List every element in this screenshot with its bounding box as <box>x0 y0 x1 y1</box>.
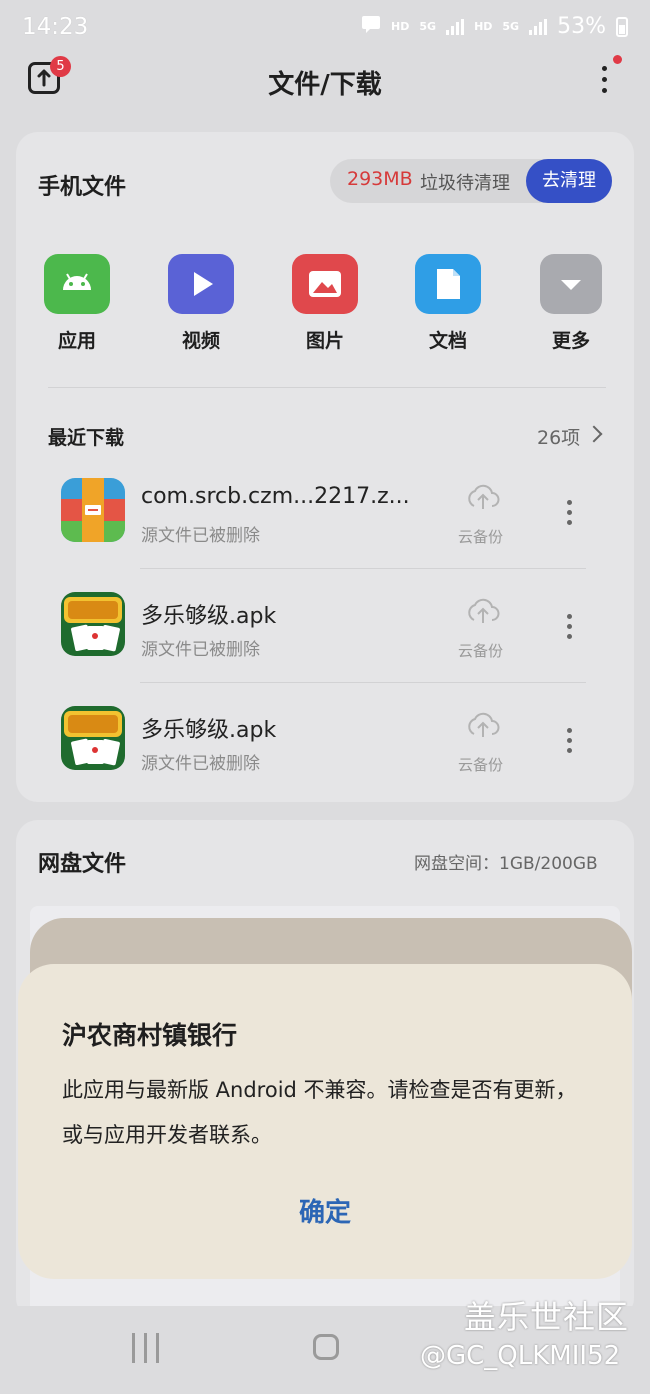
more-options-icon[interactable] <box>600 62 610 98</box>
status-icons: HD 5G HD 5G 53% <box>361 14 628 39</box>
bank-app-icon <box>61 478 125 542</box>
status-bar: 14:23 HD 5G HD 5G 53% <box>0 0 650 56</box>
cloud-backup-label[interactable]: 云备份 <box>458 640 503 661</box>
row-more-icon[interactable] <box>567 500 572 526</box>
recent-count[interactable]: 26项 <box>537 423 580 450</box>
image-icon[interactable] <box>292 254 358 314</box>
recents-icon[interactable] <box>132 1333 160 1363</box>
download-row[interactable]: 多乐够级.apk 源文件已被删除 云备份 <box>40 682 620 794</box>
message-icon <box>361 14 381 39</box>
file-status: 源文件已被删除 <box>141 640 260 660</box>
cloud-backup-label[interactable]: 云备份 <box>458 526 503 547</box>
watermark-community: 盖乐世社区 <box>464 1298 630 1336</box>
phone-files-title: 手机文件 <box>38 175 127 200</box>
page-title: 文件/下载 <box>268 70 382 100</box>
card-game-app-icon <box>61 592 125 656</box>
play-icon[interactable] <box>168 254 234 314</box>
document-icon[interactable] <box>415 254 481 314</box>
cloud-disk-title: 网盘文件 <box>38 852 127 877</box>
dialog-title: 沪农商村镇银行 <box>62 1021 238 1050</box>
row-more-icon[interactable] <box>567 728 572 754</box>
home-icon[interactable] <box>313 1334 339 1360</box>
file-status: 源文件已被删除 <box>141 526 260 546</box>
cloud-upload-icon[interactable] <box>464 596 502 630</box>
download-row[interactable]: 多乐够级.apk 源文件已被删除 云备份 <box>40 568 620 680</box>
file-status: 源文件已被删除 <box>141 754 260 774</box>
clean-button[interactable]: 去清理 <box>526 159 612 203</box>
status-time: 14:23 <box>22 14 89 40</box>
signal-icon <box>446 18 465 35</box>
battery-percent: 53% <box>557 14 606 39</box>
category-label-more[interactable]: 更多 <box>531 326 611 353</box>
cloud-upload-icon[interactable] <box>464 710 502 744</box>
file-name: com.srcb.czm...2217.z... <box>141 484 410 509</box>
battery-icon <box>616 16 628 37</box>
category-label-apps[interactable]: 应用 <box>37 326 117 353</box>
download-row[interactable]: com.srcb.czm...2217.z... 源文件已被删除 云备份 <box>40 454 620 566</box>
row-more-icon[interactable] <box>567 614 572 640</box>
chevron-down-icon[interactable] <box>540 254 602 314</box>
hd-indicator: HD <box>391 20 410 33</box>
card-game-app-icon <box>61 706 125 770</box>
divider <box>48 387 606 388</box>
notification-dot <box>613 55 622 64</box>
dialog-ok-button[interactable]: 确定 <box>270 1192 380 1229</box>
file-name: 多乐够级.apk <box>141 604 277 629</box>
network-type-2: 5G <box>502 20 520 33</box>
watermark-user: @GC_QLKMII52 <box>420 1341 621 1371</box>
network-type: 5G <box>419 20 437 33</box>
category-label-images[interactable]: 图片 <box>285 326 365 353</box>
file-name: 多乐够级.apk <box>141 718 277 743</box>
junk-size: 293MB <box>347 168 413 190</box>
category-label-video[interactable]: 视频 <box>161 326 241 353</box>
cloud-disk-space: 网盘空间：1GB/200GB <box>414 854 598 874</box>
category-label-docs[interactable]: 文档 <box>408 326 488 353</box>
hd-indicator-2: HD <box>474 20 493 33</box>
android-icon[interactable] <box>44 254 110 314</box>
recent-downloads-title: 最近下载 <box>48 427 125 449</box>
signal-icon-2 <box>529 18 548 35</box>
junk-label: 垃圾待清理 <box>420 173 510 194</box>
cloud-upload-icon[interactable] <box>464 482 502 516</box>
dialog-message: 此应用与最新版 Android 不兼容。请检查是否有更新，或与应用开发者联系。 <box>62 1078 577 1147</box>
cloud-backup-label[interactable]: 云备份 <box>458 754 503 775</box>
